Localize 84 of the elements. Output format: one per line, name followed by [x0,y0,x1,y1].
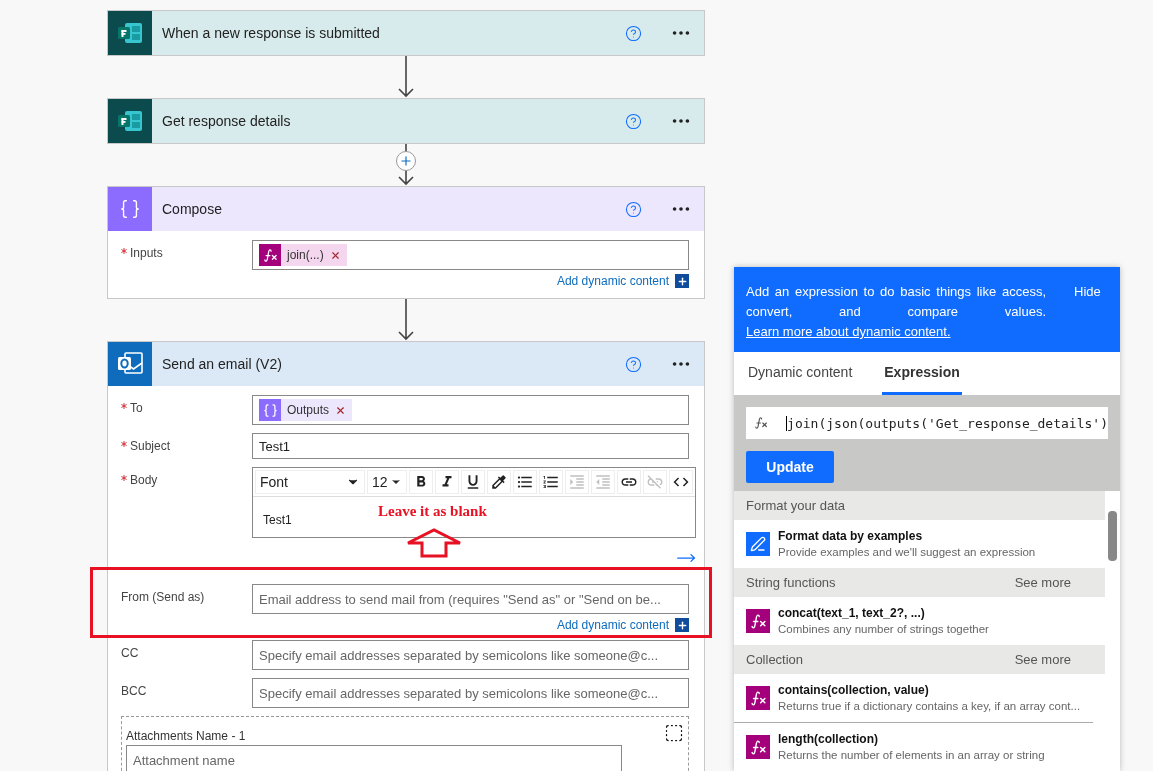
field-label: From (Send as) [121,590,205,604]
card-title: Send an email (V2) [162,356,283,372]
forms-app-icon [117,21,143,45]
pen-icon [750,536,766,552]
text-field[interactable]: Attachment name [126,745,622,771]
item-description: Returns true if a dictionary contains a key, if an array cont... [778,699,1081,714]
function-icon [749,612,767,630]
item-name: contains(collection, value) [778,683,930,697]
update-button[interactable]: Update [746,451,834,483]
code-icon[interactable] [669,470,693,494]
link-icon[interactable] [617,470,641,494]
field-label: To [130,401,143,415]
card-title: Get response details [162,113,292,129]
add-step-button[interactable] [396,151,416,171]
required-icon [121,248,127,254]
remove-icon[interactable] [329,249,341,261]
function-item[interactable]: concat(text_1, text_2?, ...) Combines any number of strings together [734,597,1093,645]
help-icon[interactable] [625,112,642,130]
underline-icon[interactable] [461,470,485,494]
function-item[interactable]: Format data by examples Provide examples and we'll suggest an expression [734,520,1093,568]
help-icon[interactable] [625,355,642,373]
braces-icon [119,198,141,220]
expression-field[interactable]: join(json(outputs('Get_response_details') [746,407,1108,439]
add-dynamic-content-link[interactable]: Add dynamic content [556,274,669,288]
field-label: BCC [121,684,147,698]
learn-more-link[interactable]: Learn more about dynamic content. [746,324,951,339]
token-field[interactable]: join(...) [252,240,689,270]
item-name: length(collection) [778,732,879,746]
required-icon [121,441,127,447]
text-field[interactable]: Specify email addresses separated by semicolons like someone@c... [252,640,689,670]
numbered-list-icon[interactable] [539,470,563,494]
field-label: Attachments Name - 1 [126,729,246,743]
plus-icon [399,154,413,168]
editor-text: Test1 [263,513,292,527]
function-icon [262,247,278,263]
section-title: Format your data [746,498,845,513]
required-icon [121,403,127,409]
item-name: Format data by examples [778,529,924,543]
panel-tab[interactable]: Dynamic content [746,352,855,395]
item-description: Provide examples and we'll suggest an expression [778,545,1036,560]
eyedropper-icon[interactable] [487,470,511,494]
text-field[interactable]: Test1 [252,433,689,459]
hide-button[interactable]: Hide [1074,284,1101,299]
font-dropdown[interactable]: Font [255,470,365,494]
bulleted-list-icon[interactable] [513,470,537,494]
bold-icon[interactable] [409,470,433,494]
required-icon [121,475,127,481]
outlook-app-icon [116,351,144,377]
function-item[interactable]: contains(collection, value) Returns true if a dictionary contains a key, if an array cont... [734,674,1093,723]
see-more-button[interactable]: See more [1014,652,1071,667]
text-field[interactable]: Email address to send mail from (requires "Send as" or "Send on be... [252,584,689,614]
dashed-square-icon[interactable] [664,723,684,743]
forms-app-icon [117,109,143,133]
field-label: CC [121,646,139,660]
help-icon[interactable] [625,200,642,218]
add-dynamic-content-button[interactable] [675,274,689,288]
item-description: Combines any number of strings together [778,622,989,637]
field-label: Inputs [130,246,163,260]
up-arrow-icon [406,528,462,558]
function-icon [749,738,767,756]
see-more-button[interactable]: See more [1014,575,1071,590]
item-description: Returns the number of elements in an array or string [778,748,1045,763]
braces-icon [262,402,278,418]
token-chip[interactable]: join(...) [259,244,347,266]
function-icon [749,689,767,707]
field-label: Subject [130,439,171,453]
field-label: Body [130,473,158,487]
function-item[interactable]: length(collection) Returns the number of elements in an array or string [734,723,1093,771]
add-dynamic-content-link[interactable]: Add dynamic content [556,618,669,632]
italic-icon[interactable] [435,470,459,494]
info-text: Add an expression to do basic things like access, convert, and compare values. Learn more about dynamic content. [746,283,1046,337]
annotation-note: Leave it as blank [378,503,487,520]
section-title: String functions [746,575,836,590]
text-field[interactable]: Specify email addresses separated by semicolons like someone@c... [252,678,689,708]
item-name: concat(text_1, text_2?, ...) [778,606,926,620]
card-title: Compose [162,201,223,217]
token-chip[interactable]: Outputs [259,399,353,421]
remove-icon[interactable] [335,404,347,416]
section-title: Collection [746,652,804,667]
card-title: When a new response is submitted [162,25,381,41]
font-size-dropdown[interactable]: 12 [367,470,407,494]
token-field[interactable]: Outputs [252,395,689,425]
add-dynamic-content-button[interactable] [675,618,689,632]
help-icon[interactable] [625,24,642,42]
